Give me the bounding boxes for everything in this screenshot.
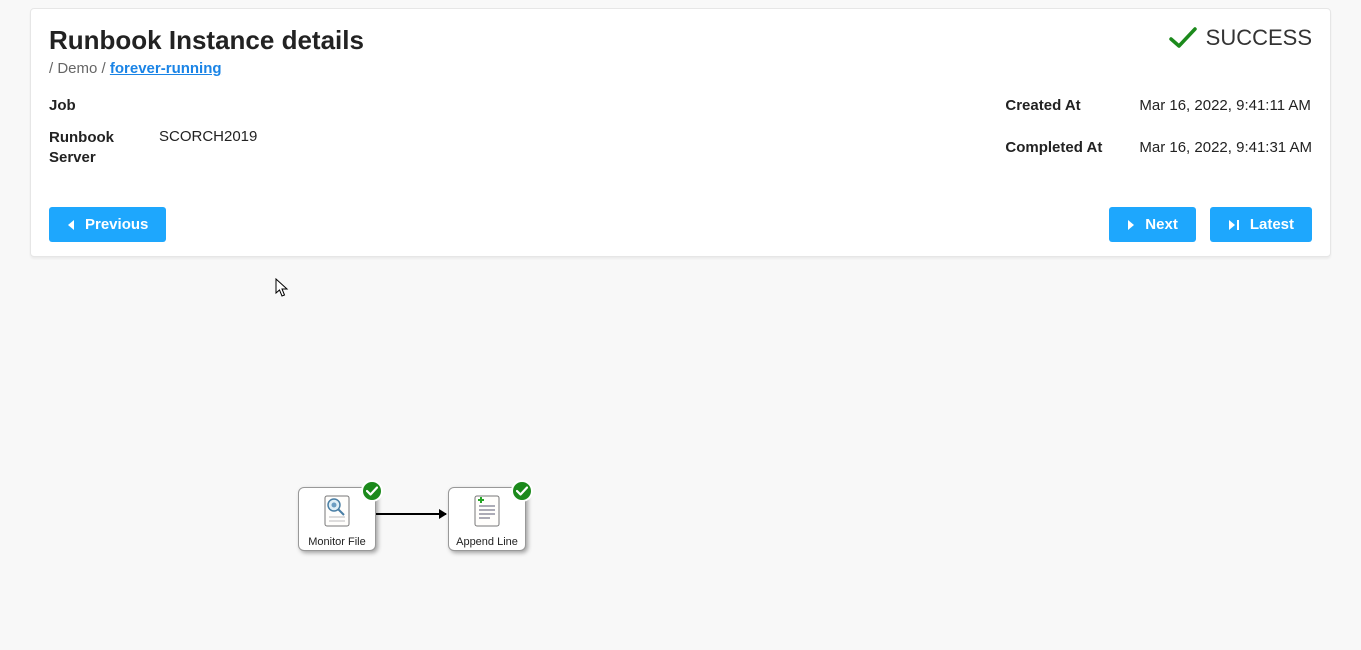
server-value: SCORCH2019 (159, 128, 257, 167)
page-title: Runbook Instance details (49, 25, 364, 56)
workflow-node-append-line[interactable]: Append Line (448, 487, 526, 551)
job-value (159, 97, 257, 114)
previous-button-label: Previous (85, 216, 148, 233)
right-info: Created At Mar 16, 2022, 9:41:11 AM Comp… (1005, 97, 1312, 167)
append-line-icon (470, 492, 504, 528)
latest-button-label: Latest (1250, 216, 1294, 233)
latest-button[interactable]: Latest (1210, 207, 1312, 242)
right-buttons: Next Latest (1109, 207, 1312, 242)
check-icon (1168, 26, 1198, 50)
created-value: Mar 16, 2022, 9:41:11 AM (1139, 97, 1312, 125)
success-badge-icon (361, 480, 383, 502)
mouse-cursor-icon (275, 278, 289, 298)
success-badge-icon (511, 480, 533, 502)
workflow-node-label: Monitor File (308, 537, 365, 548)
server-label: Runbook Server (49, 128, 159, 167)
next-button-label: Next (1145, 216, 1178, 233)
previous-button[interactable]: Previous (49, 207, 166, 242)
breadcrumb-sep: / (49, 60, 53, 77)
breadcrumb: / Demo / forever-running (49, 60, 364, 77)
workflow-node-label: Append Line (456, 537, 518, 548)
workflow-node-monitor-file[interactable]: Monitor File (298, 487, 376, 551)
breadcrumb-folder: Demo (57, 60, 97, 77)
monitor-file-icon (320, 492, 354, 528)
completed-value: Mar 16, 2022, 9:41:31 AM (1139, 139, 1312, 167)
left-info: Job Runbook Server SCORCH2019 (49, 97, 257, 167)
job-label: Job (49, 97, 159, 114)
button-row: Previous Next Latest (49, 207, 1312, 242)
header-left: Runbook Instance details / Demo / foreve… (49, 25, 364, 77)
header-row: Runbook Instance details / Demo / foreve… (49, 25, 1312, 77)
breadcrumb-runbook-link[interactable]: forever-running (110, 60, 222, 77)
status-badge: SUCCESS (1168, 25, 1312, 51)
details-panel: Runbook Instance details / Demo / foreve… (30, 8, 1331, 257)
caret-right-icon (1127, 220, 1135, 230)
workflow-connector (376, 513, 446, 515)
completed-label: Completed At (1005, 139, 1125, 167)
breadcrumb-sep: / (102, 60, 106, 77)
skip-end-icon (1228, 220, 1240, 230)
created-label: Created At (1005, 97, 1125, 125)
info-grid: Job Runbook Server SCORCH2019 Created At… (49, 97, 1312, 167)
next-button[interactable]: Next (1109, 207, 1196, 242)
caret-left-icon (67, 220, 75, 230)
status-label: SUCCESS (1206, 25, 1312, 51)
